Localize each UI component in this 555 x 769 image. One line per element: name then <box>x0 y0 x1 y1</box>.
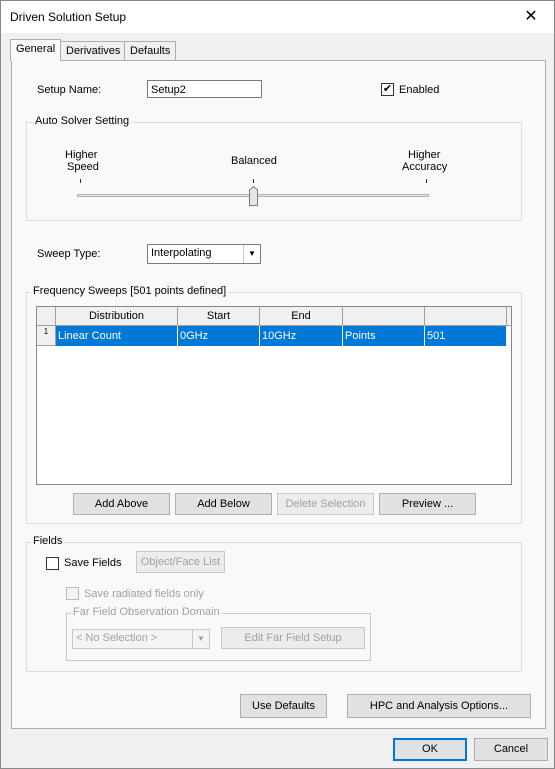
fields-group: Fields Save Fields Object/Face List Save… <box>26 535 522 672</box>
tab-defaults[interactable]: Defaults <box>124 41 177 60</box>
far-field-select[interactable]: < No Selection > ▼ <box>72 629 210 649</box>
window-title: Driven Solution Setup <box>10 10 127 24</box>
cell-end[interactable]: 10GHz <box>260 326 343 346</box>
setup-name-input[interactable]: Setup2 <box>147 80 262 98</box>
save-radiated-label: Save radiated fields only <box>84 588 204 600</box>
tick-mark-accuracy <box>426 179 427 183</box>
save-fields-checkbox[interactable] <box>46 557 59 570</box>
title-bar: Driven Solution Setup ✕ <box>1 1 554 33</box>
save-fields-label: Save Fields <box>64 557 122 569</box>
setup-name-label: Setup Name: <box>37 84 102 96</box>
ok-button[interactable]: OK <box>393 738 467 761</box>
hpc-analysis-options-button[interactable]: HPC and Analysis Options... <box>347 694 531 718</box>
tick-mark-speed <box>80 179 81 183</box>
column-header-start[interactable]: Start <box>178 307 260 326</box>
far-field-group: Far Field Observation Domain < No Select… <box>66 606 371 661</box>
higher-speed-label-2: Speed <box>67 161 99 173</box>
cancel-button[interactable]: Cancel <box>474 738 548 761</box>
general-panel: Setup Name: Setup2 ✔ Enabled Auto Solver… <box>11 60 546 729</box>
enabled-checkbox[interactable]: ✔ <box>381 83 394 96</box>
column-header-distribution[interactable]: Distribution <box>56 307 178 326</box>
sweep-type-select[interactable]: Interpolating ▼ <box>147 244 261 264</box>
balanced-label: Balanced <box>231 155 277 167</box>
sweep-type-value: Interpolating <box>151 247 212 259</box>
tab-general-label: General <box>16 43 56 55</box>
cell-points-value[interactable]: 501 <box>425 326 507 346</box>
sweeps-table[interactable]: Distribution Start End 1 Linear Count 0G… <box>36 306 512 485</box>
far-field-value: < No Selection > <box>76 632 158 644</box>
solver-slider-thumb[interactable] <box>249 185 258 206</box>
tab-defaults-label: Defaults <box>130 45 171 57</box>
column-header-4[interactable] <box>343 307 425 326</box>
cell-distribution[interactable]: Linear Count <box>56 326 178 346</box>
chevron-down-icon: ▼ <box>192 630 209 648</box>
column-header-end[interactable]: End <box>260 307 343 326</box>
object-face-list-button[interactable]: Object/Face List <box>136 551 225 573</box>
enabled-label: Enabled <box>399 84 440 96</box>
row-header[interactable]: 1 <box>37 326 56 346</box>
corner-cell <box>37 307 56 326</box>
higher-accuracy-label-2: Accuracy <box>402 161 448 173</box>
higher-speed-label-1: Higher <box>65 149 98 161</box>
tab-general[interactable]: General <box>10 39 62 61</box>
close-icon[interactable]: ✕ <box>508 1 554 33</box>
auto-solver-group: Auto Solver Setting Higher Speed Balance… <box>26 115 522 221</box>
preview-button[interactable]: Preview ... <box>379 493 476 515</box>
chevron-down-icon: ▼ <box>243 245 260 263</box>
edit-far-field-button[interactable]: Edit Far Field Setup <box>221 627 365 649</box>
sweep-type-label: Sweep Type: <box>37 248 101 260</box>
save-radiated-checkbox[interactable] <box>66 587 79 600</box>
add-below-button[interactable]: Add Below <box>175 493 272 515</box>
use-defaults-button[interactable]: Use Defaults <box>240 694 327 718</box>
cell-points-label[interactable]: Points <box>343 326 425 346</box>
cell-start[interactable]: 0GHz <box>178 326 260 346</box>
freq-sweeps-title: Frequency Sweeps [501 points defined] <box>31 285 229 297</box>
tick-mark-balanced <box>253 179 254 183</box>
dialog-window: Driven Solution Setup ✕ General Derivati… <box>0 0 555 769</box>
header-filler <box>507 307 511 326</box>
add-above-button[interactable]: Add Above <box>73 493 170 515</box>
higher-accuracy-label-1: Higher <box>408 149 441 161</box>
auto-solver-title: Auto Solver Setting <box>33 115 132 127</box>
tab-derivatives-label: Derivatives <box>66 45 121 57</box>
fields-title: Fields <box>31 535 65 547</box>
checkmark-icon: ✔ <box>382 83 393 95</box>
column-header-5[interactable] <box>425 307 507 326</box>
freq-sweeps-group: Frequency Sweeps [501 points defined] Di… <box>26 285 522 524</box>
far-field-title: Far Field Observation Domain <box>71 606 222 618</box>
delete-selection-button[interactable]: Delete Selection <box>277 493 374 515</box>
tab-derivatives[interactable]: Derivatives <box>60 41 127 60</box>
